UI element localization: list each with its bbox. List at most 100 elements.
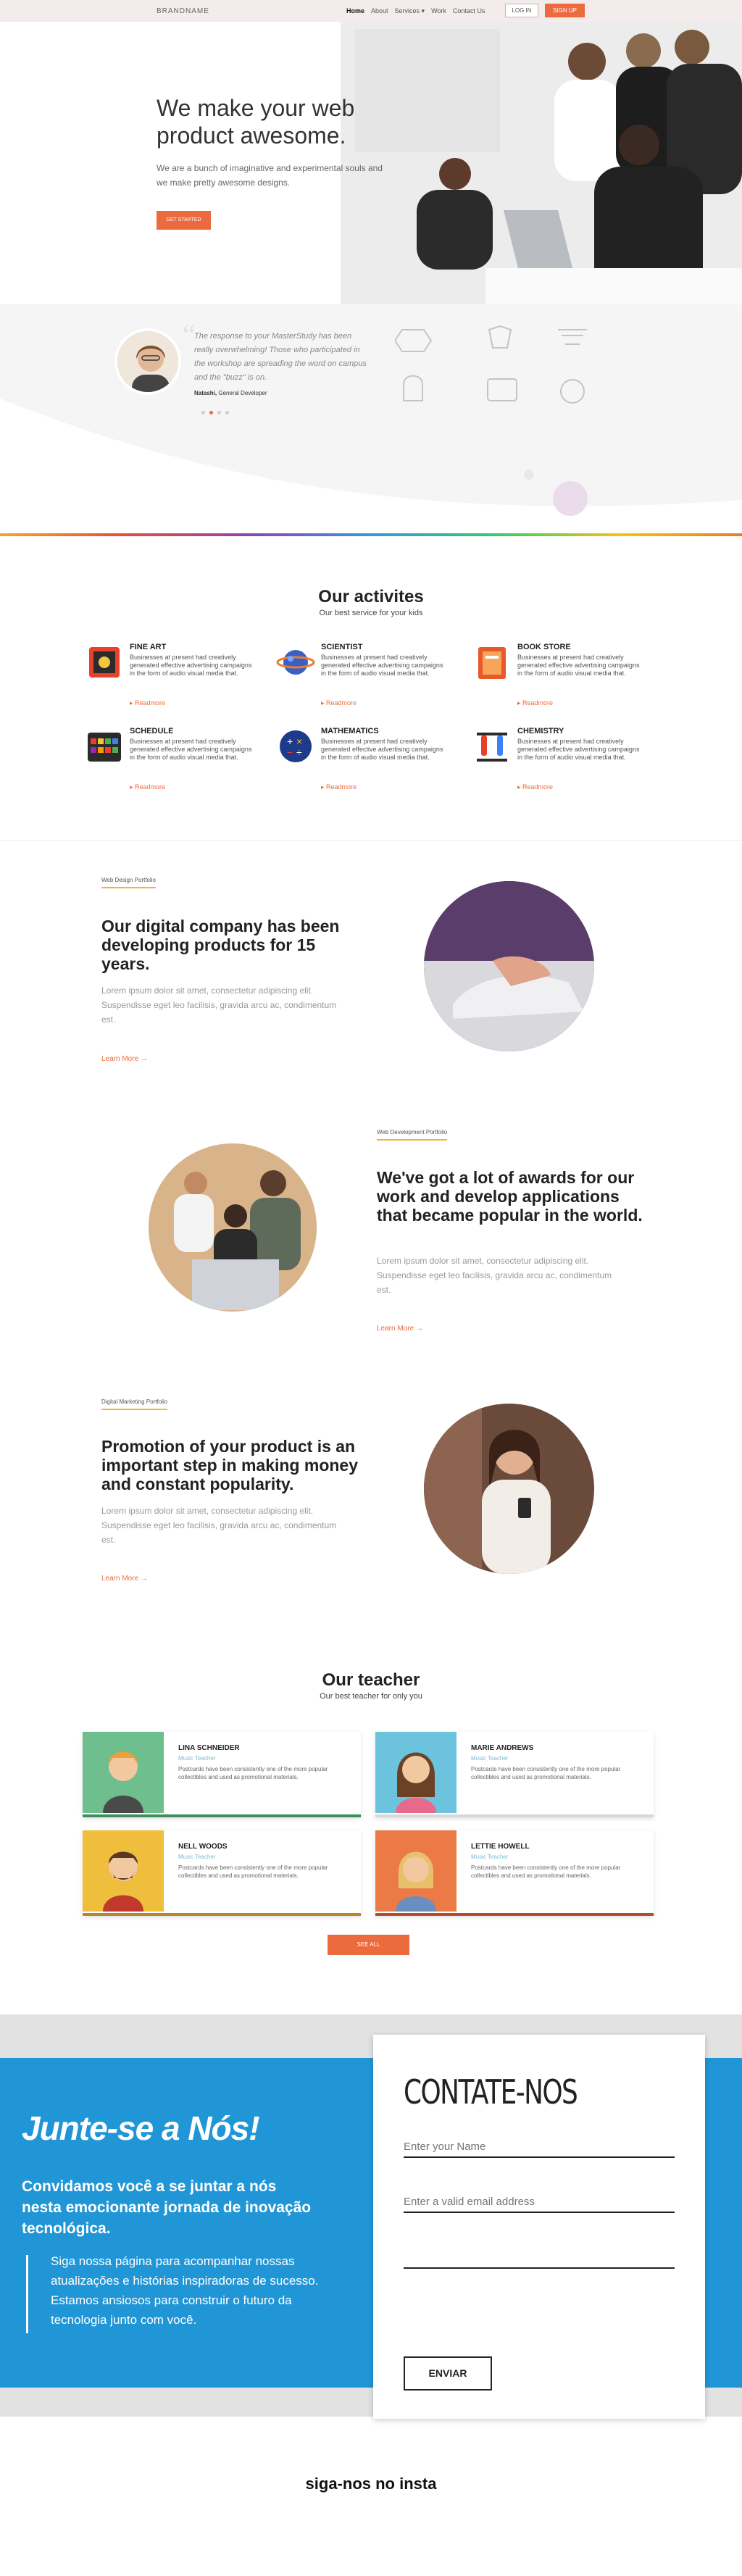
name-input[interactable] <box>404 2136 675 2158</box>
brand-logo[interactable]: BRANDNAME <box>157 7 209 15</box>
team-working-photo <box>149 1143 317 1312</box>
message-textarea[interactable] <box>404 2211 675 2269</box>
woman-phone-photo <box>424 1404 594 1574</box>
teacher-description: Postcards have been consistently one of … <box>178 1864 328 1879</box>
learn-more-link[interactable]: Learn More → <box>101 1055 148 1063</box>
teacher-role: Music Teacher <box>471 1854 509 1860</box>
hero-team-photo <box>341 22 742 304</box>
book-icon <box>478 647 506 679</box>
readmore-link[interactable]: ▸ Readmore <box>517 783 553 791</box>
activity-item: SCHEDULE Businesses at present had creat… <box>85 727 280 806</box>
activity-text: Businesses at present had creatively gen… <box>321 654 443 677</box>
testimonial-section <box>0 304 742 536</box>
portfolio-title: We've got a lot of awards for our work a… <box>377 1168 643 1225</box>
portfolio-text: Lorem ipsum dolor sit amet, consectetur … <box>101 1506 337 1545</box>
activity-text: Businesses at present had creatively gen… <box>130 654 252 677</box>
carousel-dot-active[interactable] <box>209 411 213 414</box>
hero-title: We make your web product awesome. <box>157 95 355 149</box>
svg-text:÷: ÷ <box>296 746 302 758</box>
teacher-card[interactable]: NELL WOODS Music Teacher Postcards have … <box>83 1830 361 1916</box>
typing-hands-photo <box>424 881 594 1051</box>
readmore-link[interactable]: ▸ Readmore <box>130 783 165 791</box>
teachers-title: Our teacher <box>322 1670 420 1690</box>
teacher-name: NELL WOODS <box>178 1843 228 1851</box>
readmore-link[interactable]: ▸ Readmore <box>517 699 553 707</box>
activity-item: CHEMISTRY Businesses at present had crea… <box>472 727 668 806</box>
portfolio-text: Lorem ipsum dolor sit amet, consectetur … <box>377 1256 612 1295</box>
teacher-name: LINA SCHNEIDER <box>178 1744 240 1752</box>
card-accent-line <box>375 1913 654 1916</box>
paint-palette-icon <box>89 647 120 678</box>
teacher-role: Music Teacher <box>471 1755 509 1762</box>
activity-title: CHEMISTRY <box>517 727 564 735</box>
card-accent-line <box>83 1913 361 1916</box>
join-subtitle: Convidamos você a se juntar a nós nesta … <box>22 2178 312 2237</box>
hero-subtitle: We are a bunch of imaginative and experi… <box>157 163 383 188</box>
hero-section: We make your web product awesome. We are… <box>0 22 742 304</box>
contact-form: CONTATE-NOS ENVIAR <box>373 2035 705 2419</box>
activity-text: Businesses at present had creatively gen… <box>130 738 252 761</box>
portfolio-tag: Web Development Portfolio <box>377 1129 448 1141</box>
portfolio-image-team <box>149 1143 317 1312</box>
readmore-link[interactable]: ▸ Readmore <box>321 783 357 791</box>
teacher-card[interactable]: MARIE ANDREWS Music Teacher Postcards ha… <box>375 1732 654 1817</box>
testimonial-author: Natashi, General Developer <box>194 390 267 396</box>
teacher-role: Music Teacher <box>178 1854 216 1860</box>
teachers-subtitle: Our best teacher for only you <box>320 1692 422 1701</box>
portfolio-title: Promotion of your product is an importan… <box>101 1437 358 1493</box>
join-text: Siga nossa página para acompanhar nossas… <box>51 2254 319 2327</box>
teacher-description: Postcards have been consistently one of … <box>471 1864 621 1879</box>
readmore-link[interactable]: ▸ Readmore <box>130 699 165 707</box>
man-beard-avatar-icon <box>83 1830 164 1912</box>
testimonial-role: General Developer <box>218 390 267 396</box>
see-all-button[interactable]: SEE ALL <box>328 1935 409 1955</box>
woman-blonde-avatar-icon <box>375 1830 457 1912</box>
nav-link-home[interactable]: Home <box>346 7 364 15</box>
login-button[interactable]: LOG IN <box>505 4 538 17</box>
activity-item: + × − ÷ MATHEMATICS Businesses at presen… <box>276 727 472 806</box>
portfolio-text: Lorem ipsum dolor sit amet, consectetur … <box>101 985 337 1025</box>
nav-link-contact[interactable]: Contact Us <box>453 7 485 15</box>
svg-text:+: + <box>287 735 293 747</box>
activity-title: FINE ART <box>130 643 167 651</box>
testimonial-name: Natashi, <box>194 390 217 396</box>
activity-text: Businesses at present had creatively gen… <box>517 654 640 677</box>
get-started-button[interactable]: GET STARTED <box>157 211 211 230</box>
carousel-dot[interactable] <box>225 411 229 414</box>
woman-avatar-icon <box>375 1732 457 1813</box>
activity-text: Businesses at present had creatively gen… <box>517 738 640 761</box>
teacher-card[interactable]: LINA SCHNEIDER Music Teacher Postcards h… <box>83 1732 361 1817</box>
learn-more-link[interactable]: Learn More → <box>377 1325 423 1333</box>
svg-text:−: − <box>287 746 293 758</box>
instagram-heading: siga-nos no insta <box>305 2475 437 2493</box>
carousel-dot[interactable] <box>201 411 205 414</box>
teacher-name: MARIE ANDREWS <box>471 1744 534 1752</box>
navbar: BRANDNAME Home About Services ▾ Work Con… <box>0 0 742 22</box>
activity-item: BOOK STORE Businesses at present had cre… <box>472 643 668 722</box>
man-avatar-icon <box>83 1732 164 1813</box>
submit-button[interactable]: ENVIAR <box>404 2356 492 2390</box>
activity-item: SCIENTIST Businesses at present had crea… <box>276 643 472 722</box>
learn-more-link[interactable]: Learn More → <box>101 1575 148 1583</box>
portfolio-image-woman-phone <box>424 1404 594 1574</box>
contact-title: CONTATE-NOS <box>404 2072 578 2112</box>
flask-icon <box>477 733 507 762</box>
teacher-description: Postcards have been consistently one of … <box>178 1766 328 1780</box>
carousel-dot[interactable] <box>217 411 221 414</box>
nav-link-about[interactable]: About <box>371 7 388 15</box>
email-input[interactable] <box>404 2191 675 2213</box>
join-title: Junte-se a Nós! <box>22 2109 260 2147</box>
portfolio-tag: Web Design Portfolio <box>101 877 156 888</box>
testimonial-bg-wave <box>0 399 742 536</box>
portfolio-image-keyboard <box>424 881 594 1051</box>
partner-logos <box>395 325 587 404</box>
nav-link-work[interactable]: Work <box>431 7 446 15</box>
readmore-link[interactable]: ▸ Readmore <box>321 699 357 707</box>
nav-link-services[interactable]: Services ▾ <box>395 7 425 15</box>
signup-button[interactable]: SIGN UP <box>545 4 585 17</box>
carousel-dots <box>201 411 229 414</box>
portfolio-tag: Digital Marketing Portfolio <box>101 1399 168 1410</box>
card-accent-line <box>83 1814 361 1817</box>
teacher-description: Postcards have been consistently one of … <box>471 1766 621 1780</box>
teacher-card[interactable]: LETTIE HOWELL Music Teacher Postcards ha… <box>375 1830 654 1916</box>
